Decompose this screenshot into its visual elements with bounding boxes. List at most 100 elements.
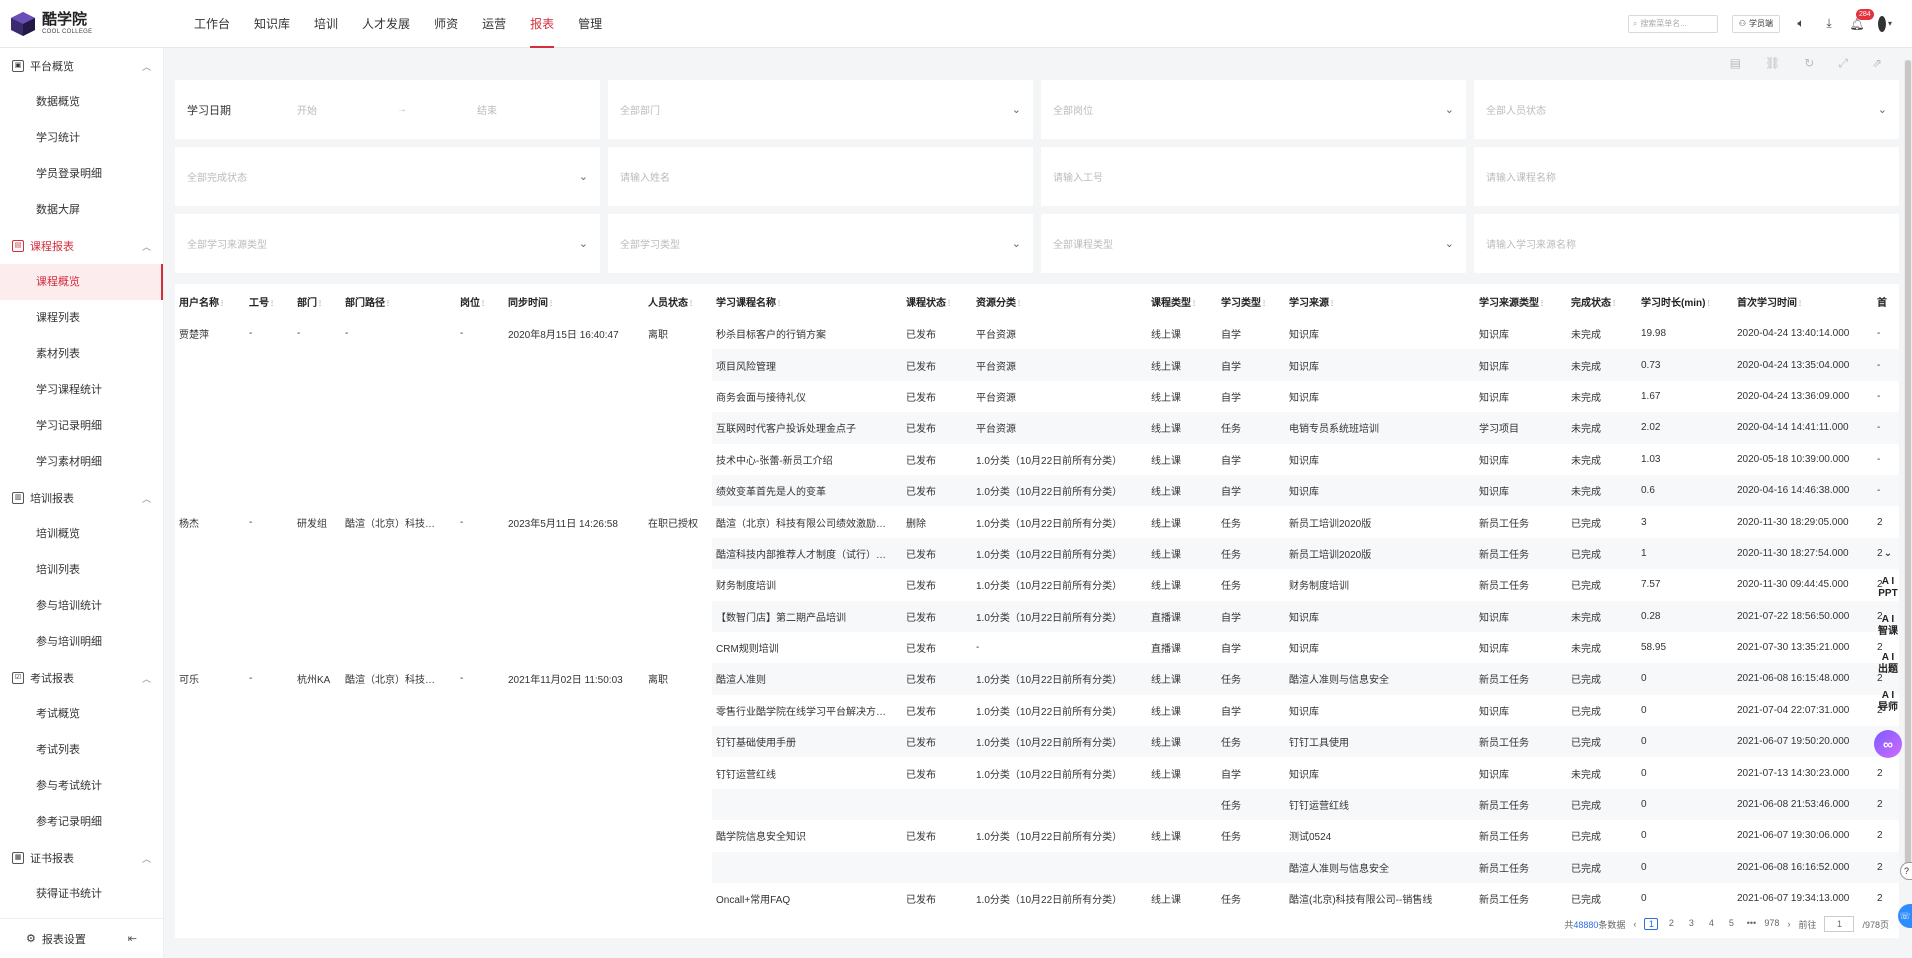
table-row[interactable]: 【数智门店】第二期产品培训 已发布 1.0分类（10月22日前所有分类） 直播课 自学知… bbox=[175, 600, 1899, 632]
nav-item-2[interactable]: 培训 bbox=[302, 0, 350, 48]
sidebar-item-1-5[interactable]: 学习素材明细 bbox=[0, 444, 163, 480]
ai-assistant-icon[interactable]: ∞ bbox=[1874, 730, 1902, 758]
page-scrollbar[interactable] bbox=[1904, 60, 1912, 880]
ai-tool-3[interactable]: A I 导师 bbox=[1876, 690, 1900, 714]
course-type-select[interactable]: 全部课程类型 ⌄ bbox=[1041, 214, 1466, 273]
filter-sort-icon[interactable]: ⫶ bbox=[690, 299, 692, 308]
sidebar-item-2-3[interactable]: 参与培训明细 bbox=[0, 624, 163, 660]
menu-search-input[interactable]: ⌕ 搜索菜单名... bbox=[1627, 14, 1718, 33]
table-row[interactable]: 贾楚萍 - - - - 2020年8月15日 16:40:47 离职 秒杀目标客户的行销方案 已… bbox=[175, 318, 1899, 349]
bell-icon[interactable]: 🔔︎ 284 bbox=[1849, 8, 1874, 31]
sidebar-group-4[interactable]: ▦ 证书报表 ︿ bbox=[0, 840, 163, 876]
table-row[interactable]: 技术中心-张蕾-新员工介绍 已发布 1.0分类（10月22日前所有分类） 线上课 自学 知… bbox=[175, 444, 1899, 475]
sidebar-item-1-3[interactable]: 学习课程统计 bbox=[0, 372, 163, 408]
study-date-filter[interactable]: 学习日期 开始 → 结束 bbox=[175, 80, 600, 139]
sidebar-item-1-2[interactable]: 素材列表 bbox=[0, 336, 163, 372]
sidebar-item-2-1[interactable]: 培训列表 bbox=[0, 552, 163, 588]
filter-sort-icon[interactable]: ⫶ bbox=[387, 299, 389, 308]
nav-item-3[interactable]: 人才发展 bbox=[350, 0, 422, 48]
column-header[interactable]: 人员状态 ⫶ bbox=[644, 284, 712, 318]
sidebar-item-2-2[interactable]: 参与培训统计 bbox=[0, 588, 163, 624]
sidebar-group-1[interactable]: ▤ 课程报表 ︿ bbox=[0, 228, 163, 264]
sidebar-item-3-3[interactable]: 参考记录明细 bbox=[0, 804, 163, 840]
sidebar-group-0[interactable]: ▣ 平台概览 ︿ bbox=[0, 48, 163, 84]
refresh-icon[interactable]: ↻ bbox=[1804, 56, 1814, 70]
sidebar-item-1-4[interactable]: 学习记录明细 bbox=[0, 408, 163, 444]
sidebar-group-2[interactable]: ▥ 培训报表 ︿ bbox=[0, 480, 163, 516]
table-row[interactable]: 财务制度培训 已发布 1.0分类（10月22日前所有分类） 线上课 任务 财务制度培训 新员… bbox=[175, 569, 1899, 600]
column-header[interactable]: 资源分类 ⫶ bbox=[972, 284, 1147, 318]
table-row[interactable]: 商务会面与接待礼仪 已发布 平台资源 线上课 自学 知识库 知识库 未完成 1.67 2020-0… bbox=[175, 381, 1899, 412]
filter-sort-icon[interactable]: ⫶ bbox=[1707, 299, 1709, 308]
person-status-select[interactable]: 全部人员状态 ⌄ bbox=[1474, 80, 1899, 139]
column-header[interactable]: 课程类型 ⫶ bbox=[1147, 284, 1217, 318]
filter-sort-icon[interactable]: ⫶ bbox=[482, 299, 484, 308]
page-number[interactable]: 2 bbox=[1664, 918, 1678, 930]
page-number[interactable]: 978 bbox=[1764, 918, 1779, 930]
study-type-select[interactable]: 全部学习类型 ⌄ bbox=[608, 214, 1033, 273]
volume-icon[interactable]: 🔈︎ bbox=[1794, 16, 1808, 31]
filter-sort-icon[interactable]: ⫶ bbox=[1018, 299, 1020, 308]
chevron-down-icon[interactable]: ⌄ bbox=[1884, 548, 1892, 560]
download-icon[interactable]: ⤓ bbox=[1822, 16, 1836, 31]
table-row[interactable]: 可乐 - 杭州KA 酷渲（北京）科技… - 2021年11月02日 11:50:03 离职 酷… bbox=[175, 663, 1899, 695]
nav-item-5[interactable]: 运营 bbox=[470, 0, 518, 48]
complete-status-select[interactable]: 全部完成状态 ⌄ bbox=[175, 147, 600, 206]
column-header[interactable]: 学习来源 ⫶ bbox=[1285, 284, 1475, 318]
table-row[interactable]: CRM规则培训 已发布 - 直播课 自学 知识库 知识库 未完成 58.95 2021-07-30… bbox=[175, 632, 1899, 663]
date-start[interactable]: 开始 bbox=[297, 102, 397, 117]
ai-tool-1[interactable]: A I 智课 bbox=[1876, 614, 1900, 638]
table-row[interactable]: 酷渲科技内部推荐人才制度（试行）… 已发布 1.0分类（10月22日前所有分类） 线上… bbox=[175, 537, 1899, 570]
nav-item-0[interactable]: 工作台 bbox=[182, 0, 242, 48]
column-header[interactable]: 学习类型 ⫶ bbox=[1217, 284, 1285, 318]
column-header[interactable]: 同步时间 ⫶ bbox=[504, 284, 644, 318]
page-number[interactable]: 3 bbox=[1684, 918, 1698, 930]
column-header[interactable]: 部门 ⫶ bbox=[293, 284, 341, 318]
column-header[interactable]: 首 bbox=[1873, 284, 1899, 318]
name-input[interactable]: 请输入姓名 bbox=[608, 147, 1033, 206]
report-settings[interactable]: ⚙ 报表设置 ⇤ bbox=[0, 918, 163, 958]
table-row[interactable]: 钉钉基础使用手册 已发布 1.0分类（10月22日前所有分类） 线上课 任务 钉钉工具使用… bbox=[175, 726, 1899, 758]
filter-sort-icon[interactable]: ⫶ bbox=[1799, 299, 1801, 308]
page-number[interactable]: 1 bbox=[1644, 918, 1659, 930]
nav-item-4[interactable]: 师资 bbox=[422, 0, 470, 48]
filter-sort-icon[interactable]: ⫶ bbox=[1263, 299, 1265, 308]
column-header[interactable]: 课程状态 ⫶ bbox=[902, 284, 972, 318]
table-row[interactable]: 酷渲人准则与信息安全 新员工任务 已完成 0 2021-06-08 16:16:52.0… bbox=[175, 851, 1899, 884]
post-select[interactable]: 全部岗位 ⌄ bbox=[1041, 80, 1466, 139]
sidebar-item-2-0[interactable]: 培训概览 bbox=[0, 516, 163, 552]
filter-sort-icon[interactable]: ⫶ bbox=[1193, 299, 1195, 308]
goto-page-input[interactable]: 1 bbox=[1824, 916, 1855, 932]
filter-sort-icon[interactable]: ⫶ bbox=[550, 299, 552, 308]
date-end[interactable]: 结束 bbox=[477, 102, 497, 117]
filter-sort-icon[interactable]: ⫶ bbox=[1613, 299, 1615, 308]
filter-sort-icon[interactable]: ⫶ bbox=[948, 299, 950, 308]
table-row[interactable]: 绩效变革首先是人的变革 已发布 1.0分类（10月22日前所有分类） 线上课 自学 知识库… bbox=[175, 474, 1899, 507]
sidebar-item-0-2[interactable]: 学员登录明细 bbox=[0, 156, 163, 192]
table-row[interactable]: 酷学院信息安全知识 已发布 1.0分类（10月22日前所有分类） 线上课 任务 测试052… bbox=[175, 820, 1899, 851]
column-header[interactable]: 学习来源类型 ⫶ bbox=[1475, 284, 1567, 318]
next-page-icon[interactable]: › bbox=[1787, 919, 1790, 929]
column-header[interactable]: 完成状态 ⫶ bbox=[1567, 284, 1637, 318]
filter-sort-icon[interactable]: ⫶ bbox=[1331, 299, 1333, 308]
page-number[interactable]: ••• bbox=[1744, 918, 1758, 930]
column-header[interactable]: 部门路径 ⫶ bbox=[341, 284, 456, 318]
filter-sort-icon[interactable]: ⫶ bbox=[221, 299, 223, 308]
page-number[interactable]: 4 bbox=[1704, 918, 1718, 930]
table-row[interactable]: Oncall+常用FAQ 已发布 1.0分类（10月22日前所有分类） 线上课 任务 酷渲… bbox=[175, 883, 1899, 914]
source-name-input[interactable]: 请输入学习来源名称 bbox=[1474, 214, 1899, 273]
sidebar-group-3[interactable]: ☑ 考试报表 ︿ bbox=[0, 660, 163, 696]
page-number[interactable]: 5 bbox=[1724, 918, 1738, 930]
filter-sort-icon[interactable]: ⫶ bbox=[1541, 299, 1543, 308]
course-name-input[interactable]: 请输入课程名称 bbox=[1474, 147, 1899, 206]
nav-item-6[interactable]: 报表 bbox=[518, 0, 566, 48]
source-type-select[interactable]: 全部学习来源类型 ⌄ bbox=[175, 214, 600, 273]
column-header[interactable]: 首次学习时间 ⫶ bbox=[1733, 284, 1873, 318]
filter-sort-icon[interactable]: ⫶ bbox=[319, 299, 321, 308]
sidebar-item-3-0[interactable]: 考试概览 bbox=[0, 696, 163, 732]
scrollbar-thumb[interactable] bbox=[1905, 60, 1911, 870]
filter-sort-icon[interactable]: ⫶ bbox=[778, 299, 780, 308]
column-header[interactable]: 学习时长(min) ⫶ bbox=[1637, 284, 1733, 318]
nav-item-7[interactable]: 管理 bbox=[566, 0, 614, 48]
ai-tool-2[interactable]: A I 出题 bbox=[1876, 652, 1900, 676]
